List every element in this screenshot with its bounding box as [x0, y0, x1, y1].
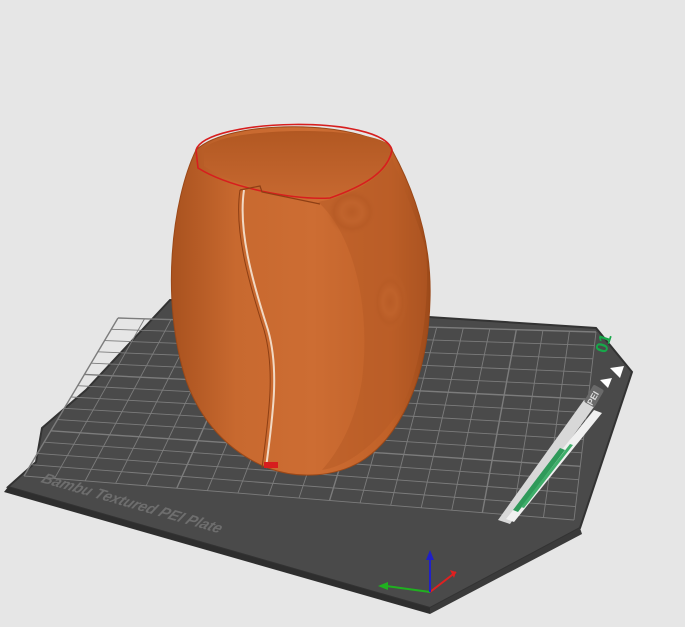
3d-viewport[interactable]: Bambu Textured PEI Plate 01 PEI	[0, 0, 685, 627]
scene-canvas[interactable]: Bambu Textured PEI Plate 01 PEI	[0, 0, 685, 627]
vase-model[interactable]	[170, 123, 431, 476]
vase-seam-marker	[264, 462, 278, 468]
